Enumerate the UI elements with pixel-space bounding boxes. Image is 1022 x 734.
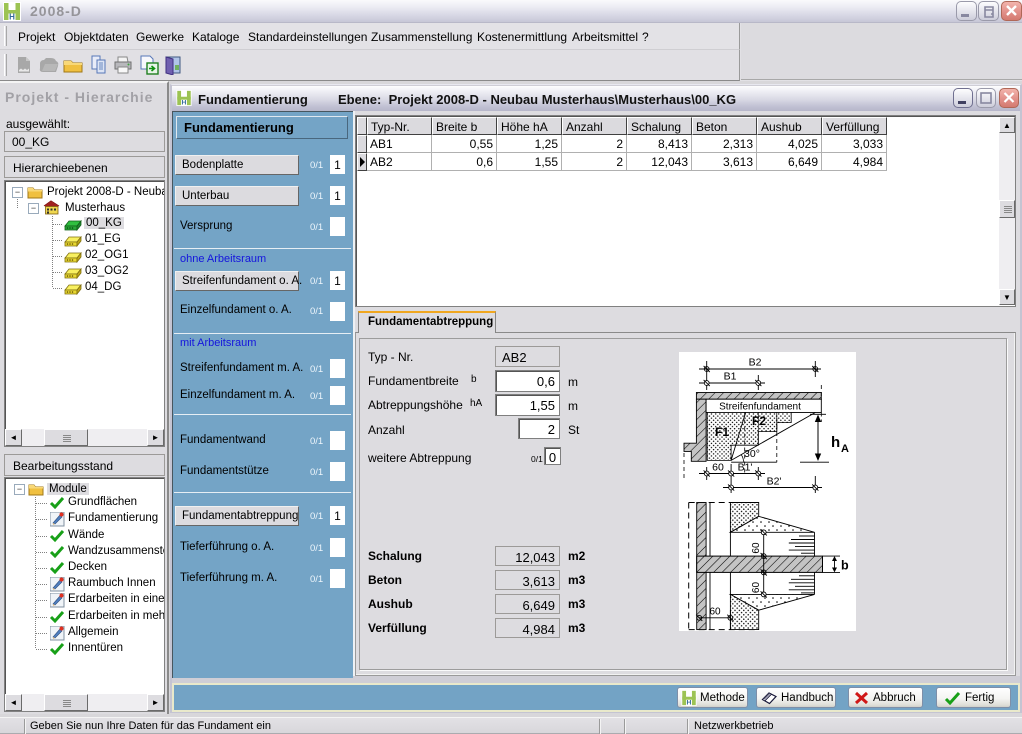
svg-text:F1: F1 — [715, 425, 729, 439]
svg-text:b: b — [841, 559, 849, 573]
svg-text:h: h — [831, 434, 840, 451]
svg-text:60: 60 — [712, 462, 724, 474]
svg-text:F2: F2 — [752, 414, 766, 428]
svg-text:30°: 30° — [744, 448, 760, 460]
svg-text:B2': B2' — [767, 476, 782, 488]
svg-text:B2: B2 — [749, 357, 762, 369]
svg-text:H: H — [687, 700, 692, 706]
svg-text:Streifenfundament: Streifenfundament — [719, 402, 801, 413]
svg-text:B1': B1' — [738, 462, 753, 474]
svg-text:B1: B1 — [724, 371, 737, 383]
svg-text:H: H — [9, 13, 15, 22]
svg-text:H: H — [182, 100, 187, 106]
svg-text:60: 60 — [751, 582, 762, 594]
svg-text:60: 60 — [751, 542, 762, 554]
svg-text:A: A — [841, 443, 849, 455]
svg-text:60: 60 — [709, 607, 721, 618]
